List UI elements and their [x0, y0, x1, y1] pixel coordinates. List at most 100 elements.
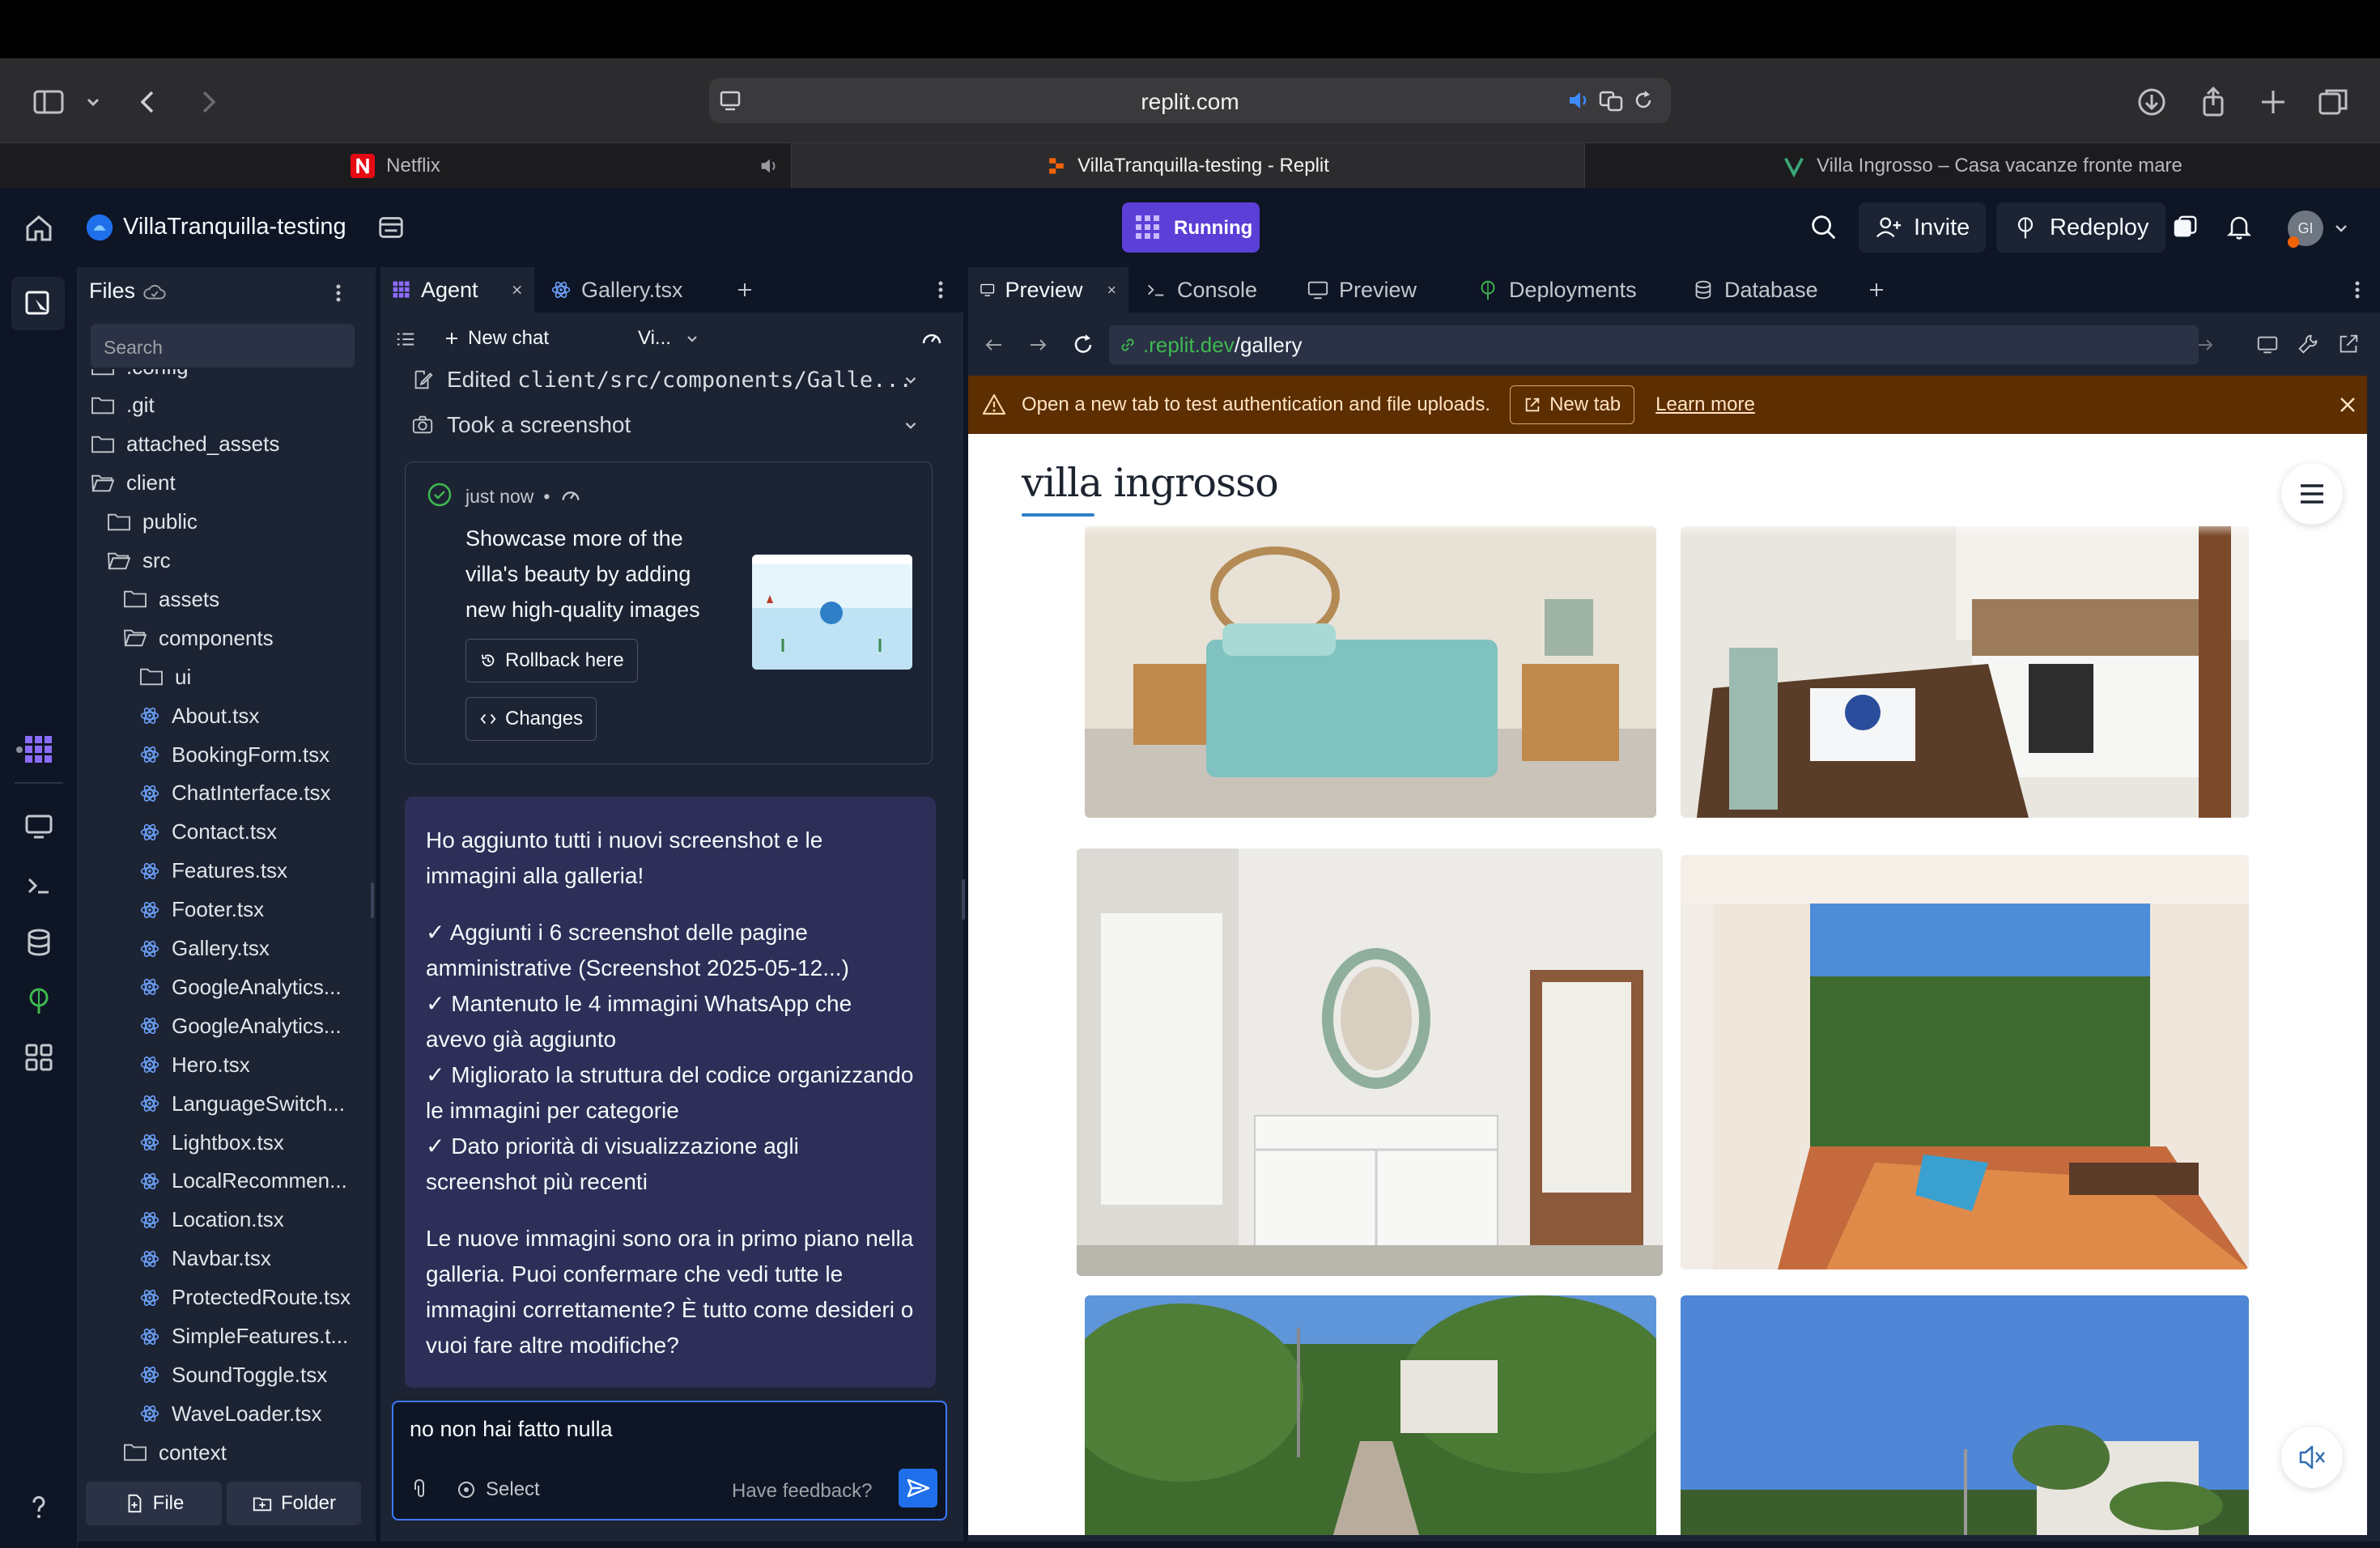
browser-tab-netflix[interactable]: Netflix: [0, 143, 792, 189]
webview-url-input[interactable]: .replit.dev/gallery: [1109, 325, 2213, 364]
file-tree-item[interactable]: Features.tsx: [139, 853, 287, 890]
close-icon[interactable]: [2336, 393, 2359, 416]
project-info-icon[interactable]: [376, 212, 406, 243]
file-tree-item[interactable]: Footer.tsx: [139, 891, 264, 929]
chevron-down-icon[interactable]: [81, 84, 105, 120]
home-icon[interactable]: [23, 212, 55, 245]
add-tab-icon[interactable]: [735, 280, 754, 300]
file-tree-item[interactable]: public: [107, 504, 198, 541]
back-icon[interactable]: [131, 84, 167, 120]
file-tree-item[interactable]: GoogleAnalytics...: [139, 968, 342, 1006]
agent-icon[interactable]: [23, 734, 55, 766]
file-tree-item[interactable]: src: [107, 542, 171, 580]
gallery-photo-bedroom[interactable]: [1085, 526, 1656, 818]
panel-resize-handle[interactable]: [962, 879, 965, 920]
file-tree-item[interactable]: .git: [91, 387, 155, 424]
speaker-icon[interactable]: [758, 155, 780, 177]
invite-button[interactable]: Invite: [1859, 202, 1987, 253]
back-icon[interactable]: [983, 334, 1005, 356]
file-tree-item[interactable]: WaveLoader.tsx: [139, 1395, 321, 1432]
device-icon[interactable]: [2255, 332, 2280, 356]
select-element-button[interactable]: Select: [455, 1478, 540, 1501]
view-selector[interactable]: Vi...: [638, 327, 700, 350]
file-tree-scrollbar[interactable]: [371, 882, 374, 918]
new-folder-button[interactable]: Folder: [227, 1482, 361, 1525]
file-tree-item[interactable]: .config: [91, 369, 189, 385]
files-search-input[interactable]: Search: [91, 324, 355, 368]
send-button[interactable]: [899, 1469, 937, 1508]
deployments-icon[interactable]: [23, 985, 55, 1017]
site-menu-button[interactable]: [2281, 463, 2343, 525]
gallery-photo-garden[interactable]: [1085, 1295, 1656, 1535]
forward-icon[interactable]: [189, 84, 225, 120]
tab-preview[interactable]: Preview: [1295, 267, 1428, 313]
share-icon[interactable]: [2195, 84, 2231, 120]
rollback-button[interactable]: Rollback here: [465, 639, 638, 683]
chat-input-box[interactable]: no non hai fatto nulla Select Have feedb…: [392, 1401, 947, 1520]
changes-button[interactable]: Changes: [465, 697, 597, 741]
activity-screenshot[interactable]: Took a screenshot: [411, 403, 916, 447]
feedback-link[interactable]: Have feedback?: [732, 1480, 872, 1503]
more-options-icon[interactable]: [933, 277, 949, 303]
chevron-down-icon[interactable]: [2331, 219, 2351, 238]
file-tree-item[interactable]: Gallery.tsx: [139, 930, 270, 968]
file-tree-item[interactable]: About.tsx: [139, 697, 259, 734]
file-tree-item[interactable]: ui: [139, 658, 191, 695]
open-external-icon[interactable]: [2336, 332, 2361, 356]
history-list-icon[interactable]: [395, 329, 416, 350]
file-tree-item[interactable]: Lightbox.tsx: [139, 1124, 284, 1161]
chevron-down-icon[interactable]: [902, 371, 920, 389]
reload-icon[interactable]: [1630, 87, 1656, 113]
close-icon[interactable]: [511, 283, 523, 297]
webview-icon[interactable]: [23, 810, 55, 842]
gallery-photo-street[interactable]: [1681, 1295, 2249, 1535]
more-options-icon[interactable]: [330, 280, 346, 306]
files-icon[interactable]: [23, 287, 55, 319]
database-icon[interactable]: [23, 926, 55, 959]
file-tree-item[interactable]: SimpleFeatures.t...: [139, 1318, 348, 1355]
download-icon[interactable]: [2134, 84, 2170, 120]
close-icon[interactable]: [1107, 283, 1117, 297]
deployments-status-icon[interactable]: [2171, 214, 2199, 241]
file-tree-item[interactable]: BookingForm.tsx: [139, 736, 329, 773]
attach-icon[interactable]: [408, 1478, 431, 1501]
forward-icon[interactable]: [1026, 334, 1049, 356]
more-options-icon[interactable]: [2349, 277, 2365, 303]
project-name[interactable]: VillaTranquilla-testing: [123, 214, 346, 240]
site-logo[interactable]: villa ingrosso: [1022, 460, 1279, 506]
devtools-icon[interactable]: [2296, 332, 2320, 356]
file-tree-item[interactable]: assets: [123, 580, 219, 618]
tab-overview-icon[interactable]: [2315, 84, 2351, 120]
file-tree-item[interactable]: Hero.tsx: [139, 1046, 250, 1083]
activity-edited[interactable]: Edited client/src/components/Galle...: [411, 358, 916, 402]
new-file-button[interactable]: File: [86, 1482, 222, 1525]
all-tools-icon[interactable]: [23, 1041, 55, 1074]
sidebar-toggle-icon[interactable]: [31, 84, 66, 120]
run-status-button[interactable]: Running: [1122, 202, 1260, 253]
speaker-icon[interactable]: [1566, 87, 1592, 113]
bell-icon[interactable]: [2225, 212, 2254, 241]
banner-learn-more[interactable]: Learn more: [1655, 393, 1755, 416]
translate-icon[interactable]: [1598, 87, 1624, 113]
speed-gauge-icon[interactable]: [920, 327, 944, 351]
file-tree-item[interactable]: Contact.tsx: [139, 814, 277, 851]
file-tree-item[interactable]: GoogleAnalytics...: [139, 1007, 342, 1044]
file-tree-item[interactable]: SoundToggle.tsx: [139, 1356, 327, 1393]
file-tree-item[interactable]: Location.tsx: [139, 1201, 284, 1239]
file-tree-item[interactable]: LanguageSwitch...: [139, 1085, 345, 1122]
file-tree-item[interactable]: ChatInterface.tsx: [139, 775, 331, 812]
file-tree-item[interactable]: LocalRecommen...: [139, 1163, 347, 1200]
tab-console[interactable]: Console: [1133, 267, 1269, 313]
add-tab-icon[interactable]: [1867, 280, 1886, 300]
file-tree-item[interactable]: client: [91, 465, 176, 502]
site-mute-button[interactable]: [2281, 1427, 2343, 1488]
address-bar[interactable]: replit.com: [709, 78, 1671, 123]
tab-database[interactable]: Database: [1681, 267, 1830, 313]
gallery-photo-hallway[interactable]: [1077, 848, 1663, 1276]
new-chat-button[interactable]: New chat: [444, 327, 549, 350]
file-tree-item[interactable]: attached_assets: [91, 426, 279, 463]
browser-tab-replit[interactable]: VillaTranquilla-testing - Replit: [792, 143, 1585, 189]
banner-new-tab-button[interactable]: New tab: [1510, 385, 1635, 424]
console-icon[interactable]: [23, 870, 55, 902]
file-tree-item[interactable]: ProtectedRoute.tsx: [139, 1279, 351, 1316]
